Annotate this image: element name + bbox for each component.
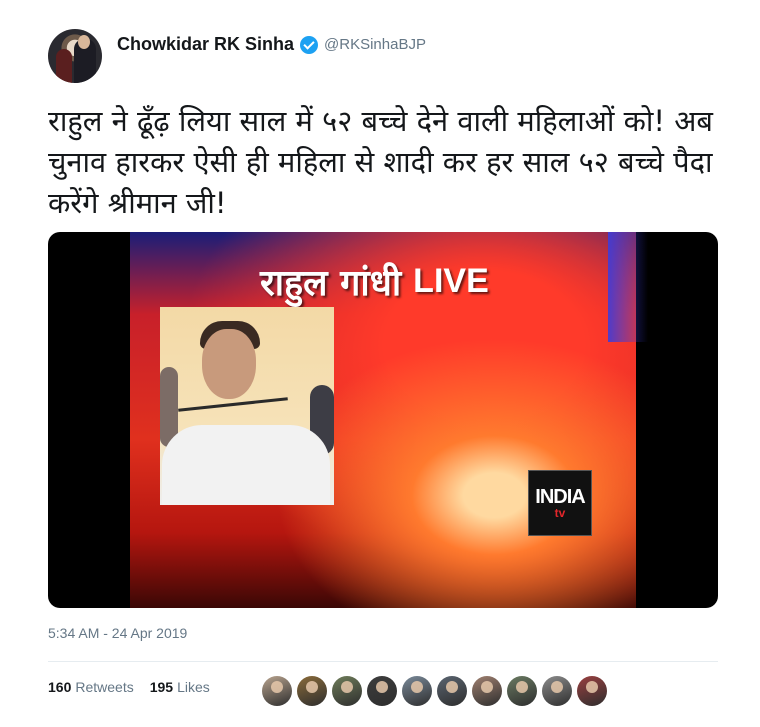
banner-live: LIVE: [413, 261, 489, 300]
tweet-timestamp[interactable]: 5:34 AM - 24 Apr 2019: [48, 625, 187, 641]
user-header: Chowkidar RK Sinha @RKSinhaBJP: [117, 34, 426, 55]
tweet-text: राहुल ने ढूँढ़ लिया साल में ५२ बच्चे देन…: [48, 104, 713, 220]
liker-avatar-2[interactable]: [297, 676, 327, 706]
liker-avatar-9[interactable]: [542, 676, 572, 706]
liker-avatar-1[interactable]: [262, 676, 292, 706]
verified-badge-icon: [300, 35, 319, 54]
channel-logo: INDIA tv: [528, 470, 592, 536]
liker-avatar-6[interactable]: [437, 676, 467, 706]
likes-stat[interactable]: 195 Likes: [150, 679, 210, 695]
media-glow: [608, 232, 648, 342]
avatar-figure: [56, 49, 72, 83]
retweets-count: 160: [48, 679, 72, 695]
media-banner: राहुल गांधी LIVE: [260, 256, 590, 306]
liker-avatars: [262, 676, 612, 706]
likes-label: Likes: [177, 679, 210, 695]
display-name[interactable]: Chowkidar RK Sinha: [117, 34, 294, 55]
divider: [48, 661, 718, 662]
avatar[interactable]: [48, 29, 102, 83]
tweet-card: Chowkidar RK Sinha @RKSinhaBJP राहुल ने …: [0, 0, 760, 727]
retweets-label: Retweets: [75, 679, 134, 695]
liker-avatar-10[interactable]: [577, 676, 607, 706]
liker-avatar-7[interactable]: [472, 676, 502, 706]
avatar-face: [78, 35, 90, 49]
logo-line2: tv: [554, 506, 566, 520]
liker-avatar-4[interactable]: [367, 676, 397, 706]
logo-line1: INDIA: [535, 486, 585, 508]
banner-title: राहुल गांधी: [260, 262, 402, 304]
photo-head: [202, 329, 256, 399]
user-handle[interactable]: @RKSinhaBJP: [324, 36, 426, 53]
speaker-photo: [160, 307, 334, 505]
photo-shirt: [162, 425, 330, 505]
media-image[interactable]: राहुल गांधी LIVE INDIA tv: [48, 232, 718, 608]
liker-avatar-3[interactable]: [332, 676, 362, 706]
liker-avatar-5[interactable]: [402, 676, 432, 706]
tweet-stats: 160 Retweets 195 Likes: [48, 679, 210, 695]
microphone: [178, 397, 288, 412]
likes-count: 195: [149, 679, 174, 695]
liker-avatar-8[interactable]: [507, 676, 537, 706]
retweets-stat[interactable]: 160 Retweets: [48, 679, 134, 695]
